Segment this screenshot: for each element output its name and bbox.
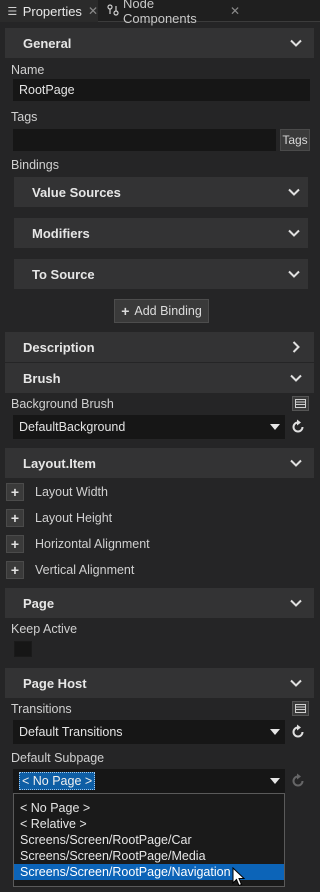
add-property-button[interactable]: + <box>6 561 24 579</box>
chevron-right-icon <box>290 341 302 353</box>
layout-row-label: Vertical Alignment <box>35 563 135 577</box>
dropdown-arrow-icon <box>270 424 280 430</box>
tab-node-components-label: Node Components <box>123 0 197 26</box>
table-icon <box>295 399 306 408</box>
tags-field[interactable] <box>13 129 276 151</box>
layout-row-label: Horizontal Alignment <box>35 537 150 551</box>
subsection-modifiers[interactable]: Modifiers <box>14 218 308 248</box>
keep-active-label: Keep Active <box>11 622 78 636</box>
background-brush-value: DefaultBackground <box>19 420 126 434</box>
tags-label: Tags <box>11 110 38 124</box>
section-title: Page Host <box>23 675 87 691</box>
chevron-down-icon <box>288 227 300 239</box>
tab-properties[interactable]: ☰ Properties ✕ <box>0 0 98 22</box>
resource-picker-button[interactable] <box>292 701 309 716</box>
reset-icon[interactable] <box>290 724 306 740</box>
section-title: Brush <box>23 370 61 386</box>
close-icon[interactable]: ✕ <box>88 4 98 18</box>
chevron-down-icon <box>288 268 300 280</box>
mouse-cursor-icon <box>232 867 246 887</box>
transitions-dropdown[interactable]: Default Transitions <box>13 720 285 744</box>
section-general[interactable]: General <box>5 28 314 58</box>
default-subpage-dropdown[interactable]: < No Page > <box>13 769 285 793</box>
section-title: Layout.Item <box>23 455 96 471</box>
add-binding-button[interactable]: + Add Binding <box>114 299 209 323</box>
subsection-value-sources[interactable]: Value Sources <box>14 177 308 207</box>
background-brush-label: Background Brush <box>11 397 114 411</box>
chevron-down-icon <box>288 186 300 198</box>
chevron-down-icon <box>290 597 302 609</box>
section-title: General <box>23 35 72 51</box>
keep-active-checkbox[interactable] <box>14 641 32 657</box>
layout-row-width: + Layout Width <box>6 482 108 502</box>
add-property-button[interactable]: + <box>6 483 24 501</box>
background-brush-dropdown[interactable]: DefaultBackground <box>13 415 285 439</box>
subsection-title: Value Sources <box>32 184 121 200</box>
subsection-title: Modifiers <box>32 225 90 241</box>
section-description[interactable]: Description <box>5 332 314 362</box>
option-media[interactable]: Screens/Screen/RootPage/Media <box>14 848 284 864</box>
section-title: Description <box>23 339 95 355</box>
tab-node-components[interactable]: Node Components ✕ <box>100 0 240 26</box>
layout-row-height: + Layout Height <box>6 508 112 528</box>
reset-icon <box>290 773 306 789</box>
layout-row-label: Layout Width <box>35 485 108 499</box>
tab-properties-label: Properties <box>22 3 82 19</box>
add-property-button[interactable]: + <box>6 535 24 553</box>
layout-row-vertical-alignment: + Vertical Alignment <box>6 560 134 580</box>
close-icon[interactable]: ✕ <box>230 4 240 18</box>
section-layout-item[interactable]: Layout.Item <box>5 448 314 478</box>
add-property-button[interactable]: + <box>6 509 24 527</box>
dropdown-arrow-icon <box>270 729 280 735</box>
table-icon <box>295 704 306 713</box>
subsection-to-source[interactable]: To Source <box>14 259 308 289</box>
chevron-down-icon <box>290 677 302 689</box>
name-label: Name <box>11 63 45 77</box>
section-page-host[interactable]: Page Host <box>5 668 314 698</box>
layout-row-horizontal-alignment: + Horizontal Alignment <box>6 534 150 554</box>
list-icon: ☰ <box>7 5 18 18</box>
section-page[interactable]: Page <box>5 588 314 618</box>
transitions-value: Default Transitions <box>19 725 123 739</box>
reset-icon[interactable] <box>290 419 306 435</box>
layout-row-label: Layout Height <box>35 511 113 525</box>
chevron-down-icon <box>290 37 302 49</box>
tags-button[interactable]: Tags <box>280 129 310 151</box>
default-subpage-value: < No Page > <box>19 772 96 790</box>
tab-bar: ☰ Properties ✕ Node Components ✕ <box>0 0 320 26</box>
nodes-icon <box>106 3 119 19</box>
chevron-down-icon <box>290 372 302 384</box>
chevron-down-icon <box>290 457 302 469</box>
bindings-label: Bindings <box>11 158 59 172</box>
subsection-title: To Source <box>32 266 95 282</box>
name-field[interactable]: RootPage <box>13 79 310 101</box>
section-brush[interactable]: Brush <box>5 363 314 393</box>
plus-icon: + <box>121 303 130 319</box>
resource-picker-button[interactable] <box>292 396 309 411</box>
transitions-label: Transitions <box>11 702 72 716</box>
option-relative[interactable]: < Relative > <box>14 816 284 832</box>
section-title: Page <box>23 595 55 611</box>
add-binding-label: Add Binding <box>134 304 202 318</box>
default-subpage-label: Default Subpage <box>11 751 105 765</box>
option-car[interactable]: Screens/Screen/RootPage/Car <box>14 832 284 848</box>
option-no-page[interactable]: < No Page > <box>14 800 284 816</box>
dropdown-arrow-icon <box>270 778 280 784</box>
